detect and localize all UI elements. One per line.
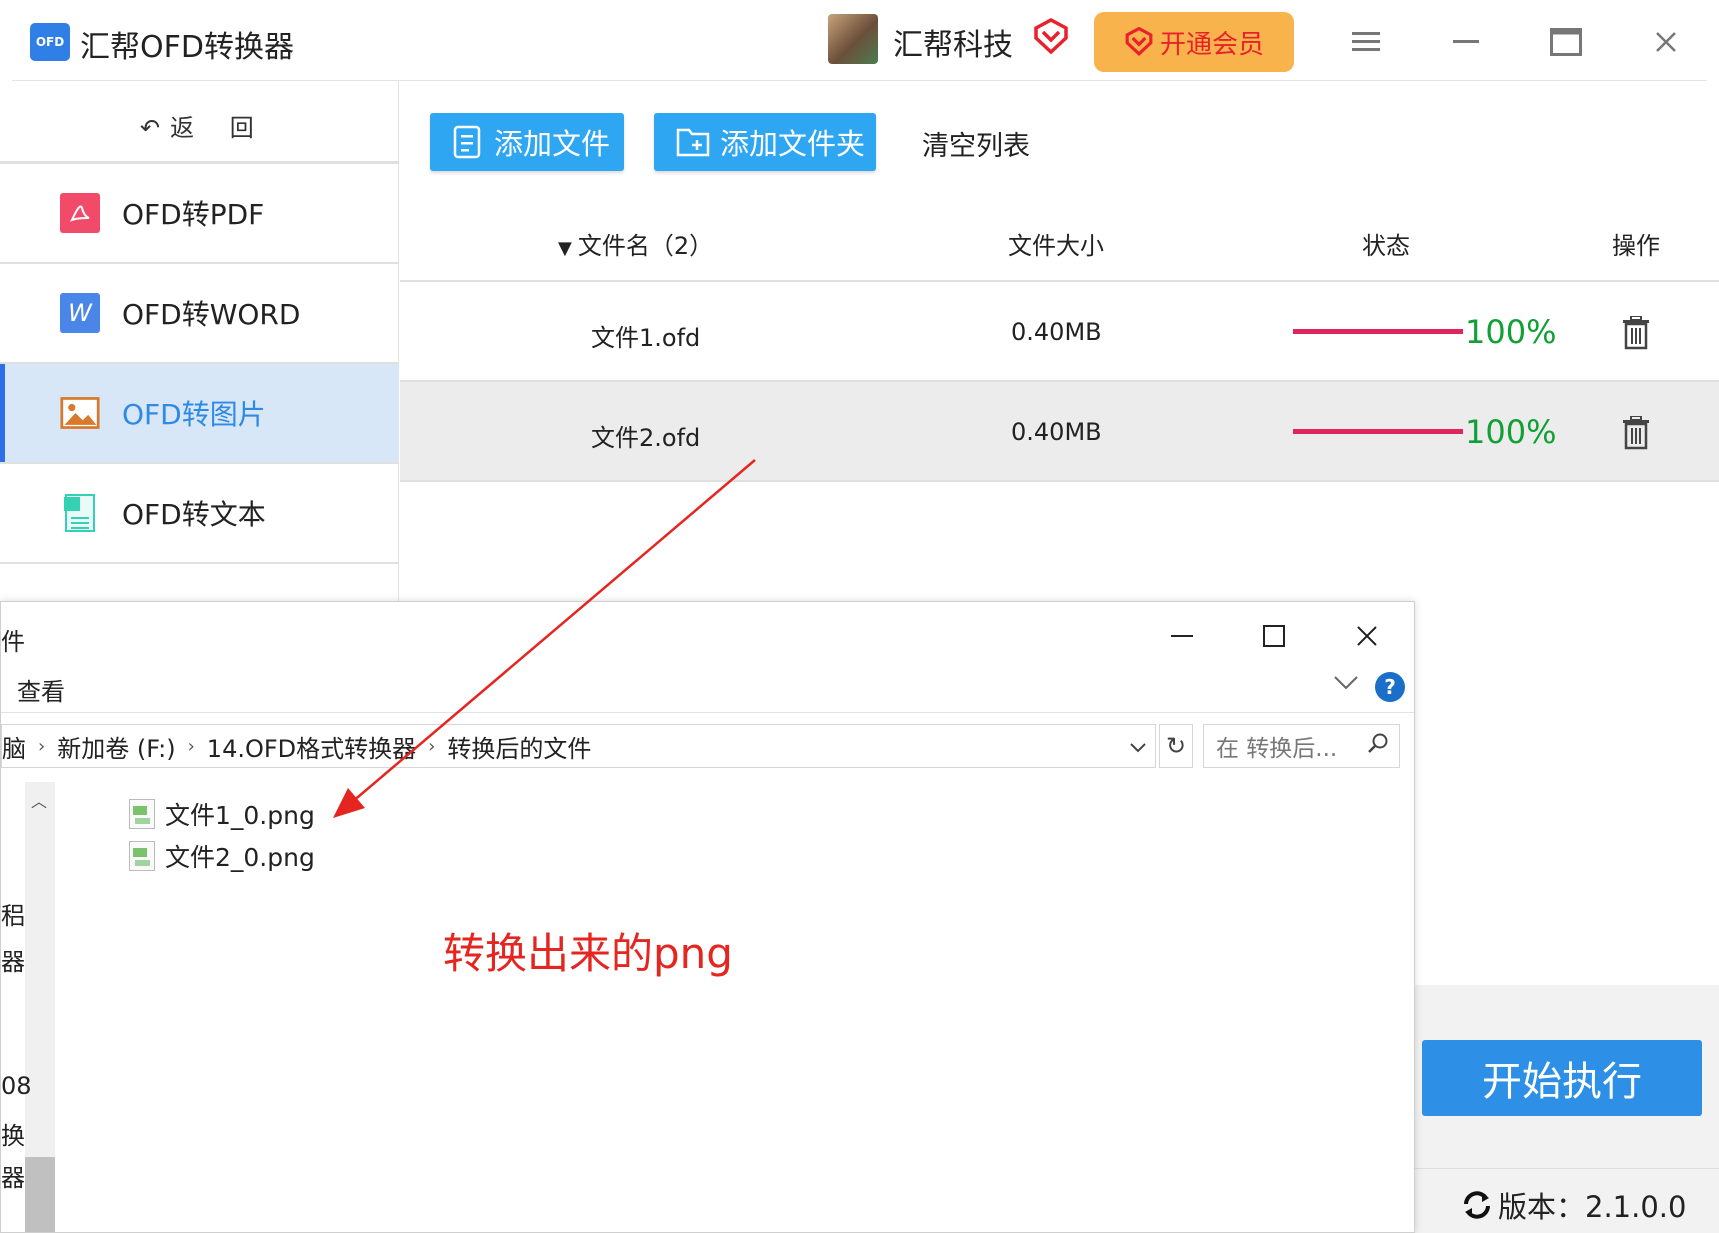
annotation-text: 转换出来的png [443,929,733,978]
annotation-arrow [333,459,756,818]
